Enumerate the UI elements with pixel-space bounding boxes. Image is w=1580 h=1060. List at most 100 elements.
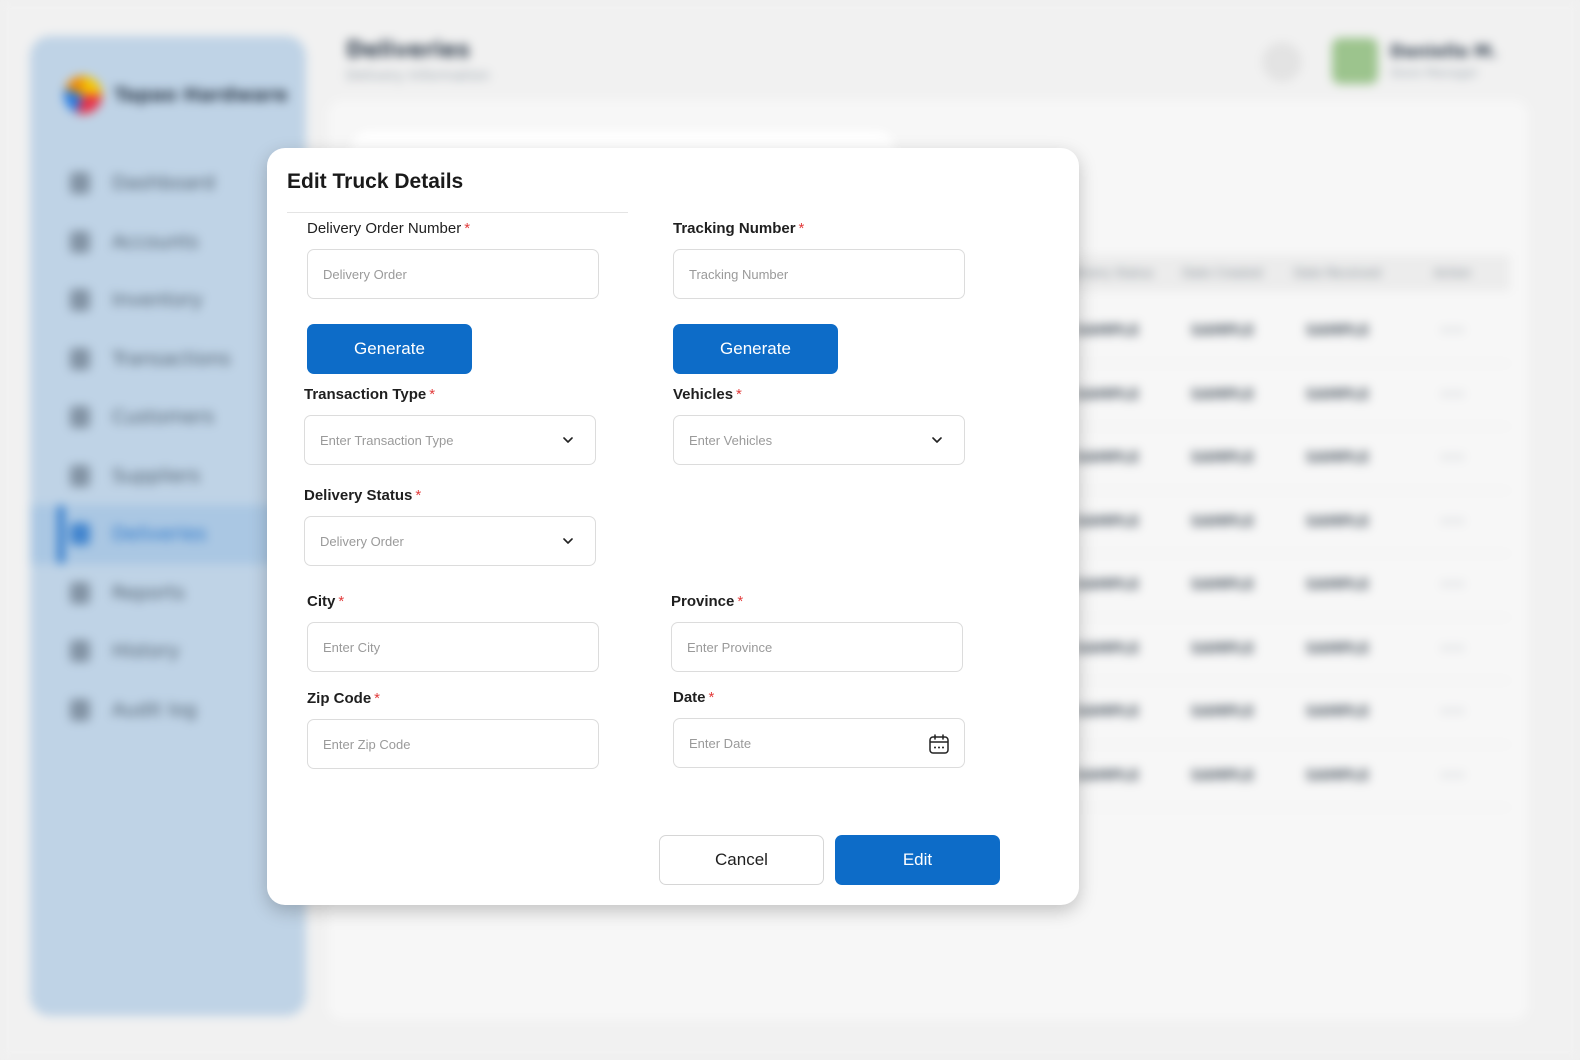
table-row: SAMPLE SAMPLE SAMPLE ••• xyxy=(1050,745,1510,808)
row-actions-icon[interactable]: ••• xyxy=(1395,514,1510,530)
sidebar-item-label: Deliveries xyxy=(112,523,207,546)
table-cell: SAMPLE xyxy=(1190,323,1255,340)
province-input[interactable] xyxy=(687,639,947,655)
table-cell: SAMPLE xyxy=(1190,450,1255,467)
delivery-status-select[interactable] xyxy=(304,516,596,566)
table-cell: SAMPLE xyxy=(1305,704,1370,721)
chevron-down-icon[interactable] xyxy=(563,536,573,546)
required-mark: * xyxy=(464,220,471,237)
user-profile[interactable]: Daniella M. Store Manager xyxy=(1332,36,1542,86)
row-actions-icon[interactable]: ••• xyxy=(1395,577,1510,593)
table-cell: SAMPLE xyxy=(1190,704,1255,721)
required-mark: * xyxy=(798,220,805,237)
zip-code-label: Zip Code * xyxy=(307,690,380,707)
table-row: SAMPLE SAMPLE SAMPLE ••• xyxy=(1050,554,1510,618)
sidebar-item-label: Reports xyxy=(112,581,185,604)
vehicles-input[interactable] xyxy=(689,432,949,448)
user-role: Store Manager xyxy=(1390,66,1479,80)
transaction-type-input[interactable] xyxy=(320,432,580,448)
table-cell: SAMPLE xyxy=(1190,577,1255,594)
delivery-order-field[interactable] xyxy=(307,249,599,299)
generate-tracking-number-button[interactable]: Generate xyxy=(673,324,838,374)
city-field[interactable] xyxy=(307,622,599,672)
label-text: Tracking Number xyxy=(673,220,796,237)
row-actions-icon[interactable]: ••• xyxy=(1395,641,1510,657)
sidebar-item-dashboard[interactable]: Dashboard xyxy=(30,154,306,213)
sidebar-item-label: Transactions xyxy=(112,347,231,370)
row-actions-icon[interactable]: ••• xyxy=(1395,450,1510,466)
tracking-number-label: Tracking Number * xyxy=(673,220,804,237)
row-actions-icon[interactable]: ••• xyxy=(1395,704,1510,720)
label-text: Transaction Type xyxy=(304,386,427,403)
sidebar-item-transactions[interactable]: Transactions xyxy=(30,330,306,389)
row-actions-icon[interactable]: ••• xyxy=(1395,387,1510,403)
audit-log-icon xyxy=(70,698,90,721)
label-text: City xyxy=(307,593,336,610)
sidebar-item-audit-log[interactable]: Audit log xyxy=(30,681,306,740)
chevron-down-icon[interactable] xyxy=(563,435,573,445)
zip-code-field[interactable] xyxy=(307,719,599,769)
required-mark: * xyxy=(737,593,744,610)
logo-text: Tapao Hardware xyxy=(114,84,288,106)
edit-button[interactable]: Edit xyxy=(835,835,1000,885)
cancel-button[interactable]: Cancel xyxy=(659,835,824,885)
page-subtitle: Delivery Information xyxy=(346,68,490,84)
label-text: Zip Code xyxy=(307,690,372,707)
chevron-down-icon[interactable] xyxy=(932,435,942,445)
table-cell: SAMPLE xyxy=(1305,450,1370,467)
table-body: SAMPLE SAMPLE SAMPLE ••• SAMPLE SAMPLE SAMPLE… xyxy=(1050,300,1510,808)
calendar-icon[interactable] xyxy=(928,733,950,755)
table-cell: SAMPLE xyxy=(1305,767,1370,784)
sidebar-item-accounts[interactable]: Accounts xyxy=(30,213,306,272)
label-text: Province xyxy=(671,593,735,610)
row-actions-icon[interactable]: ••• xyxy=(1395,323,1510,339)
title-divider xyxy=(287,212,628,213)
delivery-status-input[interactable] xyxy=(320,533,580,549)
truck-icon xyxy=(70,523,90,546)
province-label: Province * xyxy=(671,593,743,610)
date-field[interactable] xyxy=(673,718,965,768)
sidebar-item-reports[interactable]: Reports xyxy=(30,564,306,623)
sidebar-item-label: History xyxy=(112,640,180,663)
date-label: Date * xyxy=(673,689,714,706)
sidebar-item-deliveries[interactable]: Deliveries xyxy=(30,505,306,564)
transaction-type-select[interactable] xyxy=(304,415,596,465)
row-actions-icon[interactable]: ••• xyxy=(1395,768,1510,784)
sidebar-item-history[interactable]: History xyxy=(30,622,306,681)
sidebar-item-label: Inventory xyxy=(112,289,203,312)
sidebar-item-label: Dashboard xyxy=(112,172,216,195)
tracking-number-field[interactable] xyxy=(673,249,965,299)
sidebar-item-label: Suppliers xyxy=(112,464,201,487)
required-mark: * xyxy=(338,593,345,610)
label-text: Vehicles xyxy=(673,386,734,403)
notification-bell-icon[interactable] xyxy=(1262,42,1302,82)
page-title: Deliveries xyxy=(346,38,470,63)
transactions-icon xyxy=(70,347,90,370)
table-cell: SAMPLE xyxy=(1305,513,1370,530)
sidebar-item-customers[interactable]: Customers xyxy=(30,388,306,447)
city-label: City * xyxy=(307,593,344,610)
suppliers-icon xyxy=(70,464,90,487)
required-mark: * xyxy=(736,386,742,403)
date-input[interactable] xyxy=(689,735,949,751)
generate-delivery-order-button[interactable]: Generate xyxy=(307,324,472,374)
label-text: Delivery Order Number xyxy=(307,220,462,237)
required-mark: * xyxy=(374,690,381,707)
table-row: SAMPLE SAMPLE SAMPLE ••• xyxy=(1050,491,1510,554)
table-row: SAMPLE SAMPLE SAMPLE ••• xyxy=(1050,618,1510,681)
table-row: SAMPLE SAMPLE SAMPLE ••• xyxy=(1050,364,1510,427)
zip-code-input[interactable] xyxy=(323,736,583,752)
vehicles-select[interactable] xyxy=(673,415,965,465)
column-header: Action xyxy=(1433,266,1472,280)
label-text: Delivery Status xyxy=(304,487,413,504)
delivery-order-input[interactable] xyxy=(323,266,583,282)
sidebar-item-suppliers[interactable]: Suppliers xyxy=(30,447,306,506)
table-row: SAMPLE SAMPLE SAMPLE ••• xyxy=(1050,681,1510,745)
province-field[interactable] xyxy=(671,622,963,672)
tracking-number-input[interactable] xyxy=(689,266,949,282)
table-cell: SAMPLE xyxy=(1190,767,1255,784)
sidebar-item-inventory[interactable]: Inventory xyxy=(30,271,306,330)
table-cell: SAMPLE xyxy=(1305,640,1370,657)
sidebar-nav: Dashboard Accounts Inventory Transaction… xyxy=(30,154,306,739)
city-input[interactable] xyxy=(323,639,583,655)
